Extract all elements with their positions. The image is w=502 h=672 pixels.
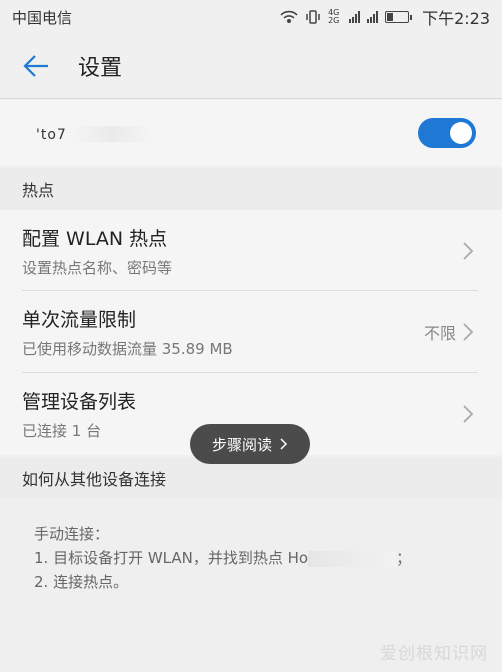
vibrate-icon: [306, 10, 320, 24]
row-subtitle: 设置热点名称、密码等: [22, 259, 173, 277]
status-icons: 4G 2G 下午2:23: [280, 5, 490, 29]
hotspot-icon: [280, 10, 298, 23]
chevron-right-icon: [463, 405, 474, 423]
step-reading-button[interactable]: 步骤阅读: [190, 424, 310, 464]
instructions-heading: 手动连接：: [34, 525, 110, 543]
hotspot-toggle[interactable]: [418, 118, 476, 148]
toolbar: 设置: [0, 34, 502, 98]
section-header-hotspot: 热点: [0, 168, 502, 210]
instructions-step-2: 2. 连接热点。: [34, 573, 129, 591]
configure-wlan-hotspot-row[interactable]: 配置 WLAN 热点 设置热点名称、密码等: [0, 210, 502, 292]
signal-icon: [349, 11, 361, 23]
row-title: 单次流量限制: [22, 309, 137, 331]
row-subtitle: 已使用移动数据流量 35.89 MB: [22, 340, 233, 358]
toggle-knob: [450, 122, 472, 144]
page-title: 设置: [78, 56, 123, 81]
status-bar: 中国电信 4G 2G 下午2:23: [0, 0, 502, 34]
hotspot-toggle-row[interactable]: 'to7: [0, 100, 502, 166]
row-title: 管理设备列表: [22, 391, 137, 413]
back-arrow-icon[interactable]: [22, 50, 54, 82]
row-subtitle: 已连接 1 台: [22, 422, 102, 440]
hotspot-name-text: 'to7: [36, 126, 67, 143]
battery-icon: [385, 11, 413, 23]
data-limit-row[interactable]: 单次流量限制 已使用移动数据流量 35.89 MB 不限: [0, 291, 502, 373]
carrier-label: 中国电信: [12, 8, 73, 27]
network-type-label: 4G 2G: [328, 8, 340, 25]
toolbar-divider: [0, 98, 502, 99]
hotspot-name: 'to7: [36, 124, 152, 143]
redacted-area: [71, 126, 152, 142]
instructions-step-1: 1. 目标设备打开 WLAN，并找到热点 Ho；: [34, 549, 412, 567]
chevron-right-icon: [463, 242, 474, 260]
toast-label: 步骤阅读: [211, 435, 272, 454]
chevron-right-icon: [463, 323, 474, 341]
redacted-area: [308, 550, 397, 567]
watermark: 爱创根知识网: [380, 644, 488, 664]
row-value: 不限: [423, 324, 456, 343]
chevron-right-icon: [280, 438, 288, 450]
clock-label: 下午2:23: [422, 9, 490, 28]
row-title: 配置 WLAN 热点: [22, 228, 168, 250]
signal-icon-2: [367, 11, 379, 23]
